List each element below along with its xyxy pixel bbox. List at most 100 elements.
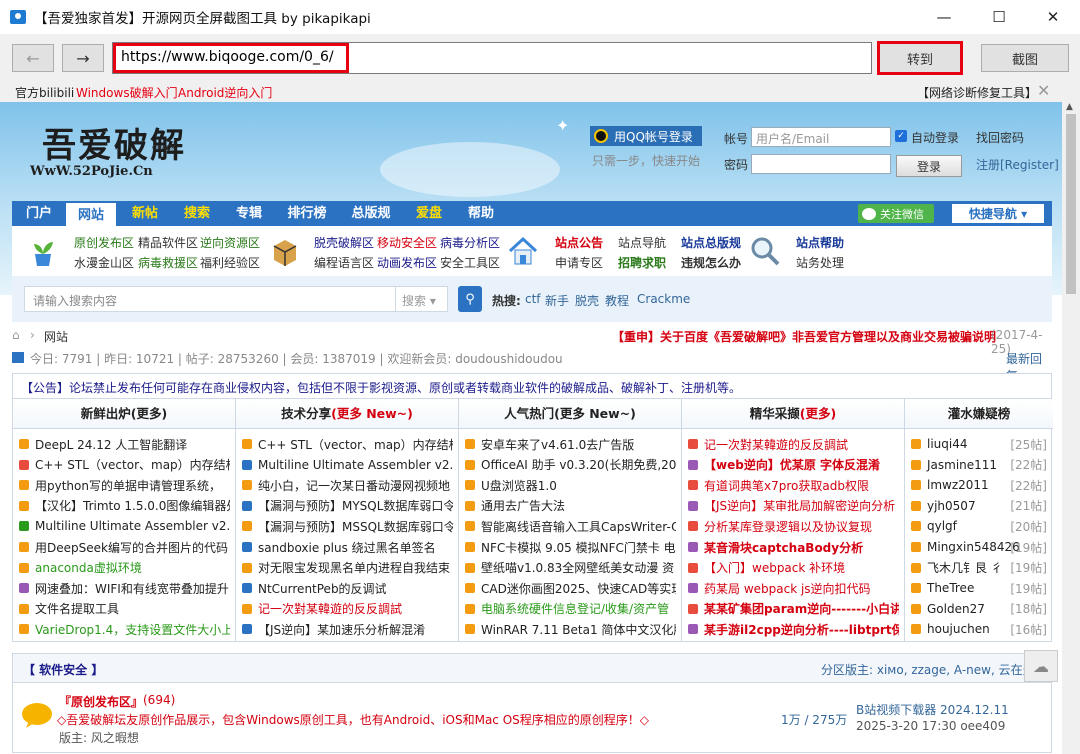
login-button[interactable]: 登录 (896, 155, 962, 177)
subnav-welfare[interactable]: 福利经验区 (200, 254, 260, 271)
subnav-water[interactable]: 水漫金山区 (74, 254, 134, 271)
list-item[interactable]: 用python写的单据申请管理系统， (19, 475, 230, 495)
close-links-icon[interactable]: ✕ (1037, 81, 1050, 100)
list-item[interactable]: WinRAR 7.11 Beta1 简体中文汉化版 (465, 619, 676, 639)
nav-new-posts[interactable]: 新帖 (122, 201, 168, 226)
list-item[interactable]: 记一次對某韓遊的反反調試 (688, 434, 899, 454)
list-item[interactable]: 智能离线语音输入工具CapsWriter-O (465, 516, 676, 536)
link-windows-crack[interactable]: Windows破解入门 (76, 84, 178, 101)
subnav-original[interactable]: 原创发布区 (74, 234, 134, 251)
important-notice-link[interactable]: 【重申】关于百度《吾爱破解吧》非吾爱官方管理以及商业交易被骗说明 (612, 328, 996, 345)
find-password-link[interactable]: 找回密码 (976, 129, 1024, 146)
subnav-site-help[interactable]: 站点帮助 (796, 234, 844, 251)
hot-tag[interactable]: Crackme (637, 292, 690, 306)
site-logo[interactable]: 吾爱破解 CRACK WwW.52PoJie.Cn (30, 116, 200, 186)
subnav-site-affairs[interactable]: 站务处理 (796, 254, 844, 271)
list-item[interactable]: 电脑系统硬件信息登记/收集/资产管 (465, 599, 676, 619)
search-input[interactable]: 请输入搜索内容 (24, 286, 396, 312)
subnav-violation[interactable]: 违规怎么办 (681, 254, 741, 271)
vertical-scrollbar[interactable]: ▲ (1062, 102, 1080, 754)
column-header[interactable]: 新鲜出炉(更多) (13, 399, 235, 429)
list-item[interactable]: CAD迷你画图2025、快速CAD等实现 (465, 578, 676, 598)
list-item[interactable]: Jasmine111 [22帖] (911, 455, 1047, 475)
list-item[interactable]: 飞木几钅艮 彳 [19帖] (911, 558, 1047, 578)
link-android-reverse[interactable]: Android逆向入门 (178, 84, 272, 101)
list-item[interactable]: liuqi44 [25帖] (911, 434, 1047, 454)
register-link[interactable]: 注册[Register] (976, 156, 1059, 173)
hot-tag[interactable]: 教程 (605, 292, 629, 309)
list-item[interactable]: 通用去广告大法 (465, 496, 676, 516)
list-item[interactable]: C++ STL（vector、map）内存结构 (242, 434, 453, 454)
list-item[interactable]: 安卓车来了v4.61.0去广告版 (465, 434, 676, 454)
list-item[interactable]: Multiline Ultimate Assembler v2.3.7 (242, 455, 453, 475)
last-post-title[interactable]: B站视频下载器 2024.12.11 (856, 701, 1009, 718)
column-header[interactable]: 灌水嫌疑榜 (905, 399, 1053, 429)
list-item[interactable]: VarieDrop1.4，支持设置文件大小上 (19, 619, 230, 639)
list-item[interactable]: TheTree [19帖] (911, 578, 1047, 598)
scroll-up-icon[interactable]: ▲ (1066, 102, 1073, 112)
search-button[interactable]: ⚲ (458, 286, 482, 312)
auto-login-checkbox[interactable]: ✓ (895, 130, 907, 142)
subnav-jobs[interactable]: 招聘求职 (618, 254, 666, 271)
list-item[interactable]: 【入门】webpack 补环境 (688, 558, 899, 578)
nav-rules[interactable]: 总版规 (342, 201, 400, 226)
maximize-button[interactable]: ☐ (976, 0, 1022, 34)
link-network-repair[interactable]: 【网络诊断修复工具】 (917, 84, 1037, 101)
list-item[interactable]: 文件名提取工具 (19, 599, 230, 619)
quick-nav-dropdown[interactable]: 快捷导航 ▾ (952, 204, 1044, 223)
list-item[interactable]: 药某局 webpack js逆向扣代码 (688, 578, 899, 598)
list-item[interactable]: qylgf [20帖] (911, 516, 1047, 536)
subnav-virus-help[interactable]: 病毒救援区 (138, 254, 198, 271)
subnav-unpack[interactable]: 脱壳破解区 (314, 234, 374, 251)
subnav-apply[interactable]: 申请专区 (555, 254, 603, 271)
announcement[interactable]: 【公告】论坛禁止发布任何可能存在商业侵权内容，包括但不限于影视资源、原创或者转载… (12, 373, 1052, 399)
nav-album[interactable]: 专辑 (226, 201, 272, 226)
subnav-site-rules[interactable]: 站点总版规 (681, 234, 741, 251)
list-item[interactable]: 【web逆向】优某原 字体反混淆 (688, 455, 899, 475)
home-icon[interactable]: ⌂ (12, 328, 20, 342)
list-item[interactable]: C++ STL（vector、map）内存结构 (19, 455, 230, 475)
list-item[interactable]: NFC卡模拟 9.05 模拟NFC门禁卡 电 (465, 537, 676, 557)
column-more-link[interactable]: (更多) (131, 406, 167, 421)
list-item[interactable]: 【漏洞与预防】MYSQL数据库弱口令 (242, 496, 453, 516)
nav-search[interactable]: 搜索 (174, 201, 220, 226)
column-header[interactable]: 人气热门(更多 New~) (459, 399, 681, 429)
nav-site[interactable]: 网站 (66, 201, 116, 226)
subnav-programming[interactable]: 编程语言区 (314, 254, 374, 271)
column-header[interactable]: 精华采撷(更多) (682, 399, 904, 429)
list-item[interactable]: 网速叠加：WIFI和有线宽带叠加提升 (19, 578, 230, 598)
list-item[interactable]: 某某矿集团param逆向-------小白讲 (688, 599, 899, 619)
hot-tag[interactable]: ctf (525, 292, 541, 306)
link-bilibili[interactable]: 官方bilibili (15, 84, 74, 101)
screenshot-button[interactable]: 截图 (981, 44, 1069, 72)
forward-button[interactable]: → (62, 44, 104, 72)
minimize-button[interactable]: — (921, 0, 967, 34)
account-input[interactable]: 用户名/Email (751, 127, 891, 147)
column-more-link[interactable]: (更多) (800, 406, 836, 421)
scrollbar-thumb[interactable] (1066, 114, 1076, 294)
list-item[interactable]: 【漏洞与预防】MSSQL数据库弱口令 (242, 516, 453, 536)
list-item[interactable]: Mingxin548426 [19帖] (911, 537, 1047, 557)
list-item[interactable]: Multiline Ultimate Assembler v2.3.7 (19, 516, 230, 536)
list-item[interactable]: 【JS逆向】某加速乐分析解混淆 (242, 619, 453, 639)
list-item[interactable]: 纯小白，记一次某日番动漫网视频地 (242, 475, 453, 495)
follow-wechat-button[interactable]: 关注微信 (858, 204, 934, 223)
subnav-animation[interactable]: 动画发布区 (377, 254, 437, 271)
list-item[interactable]: anaconda虚拟环境 (19, 558, 230, 578)
subnav-reverse-res[interactable]: 逆向资源区 (200, 234, 260, 251)
list-item[interactable]: 有道词典笔x7pro获取adb权限 (688, 475, 899, 495)
list-item[interactable]: 某手游il2cpp逆向分析----libtprt保 (688, 619, 899, 639)
list-item[interactable]: DeepL 24.12 人工智能翻译 (19, 434, 230, 454)
subnav-sec-tools[interactable]: 安全工具区 (440, 254, 500, 271)
back-button[interactable]: ← (12, 44, 54, 72)
column-header[interactable]: 技术分享(更多 New~) (236, 399, 458, 429)
list-item[interactable]: 某音滑块captchaBody分析 (688, 537, 899, 557)
floating-wechat-icon[interactable]: ☁ (1024, 650, 1058, 682)
search-type-select[interactable]: 搜索 ▾ (396, 286, 448, 312)
column-more-link[interactable]: (更多 New~) (554, 406, 636, 421)
list-item[interactable]: NtCurrentPeb的反调试 (242, 578, 453, 598)
subnav-software[interactable]: 精品软件区 (138, 234, 198, 251)
subnav-announce[interactable]: 站点公告 (555, 234, 603, 251)
breadcrumb-site[interactable]: 网站 (44, 328, 68, 345)
list-item[interactable]: U盘浏览器1.0 (465, 475, 676, 495)
